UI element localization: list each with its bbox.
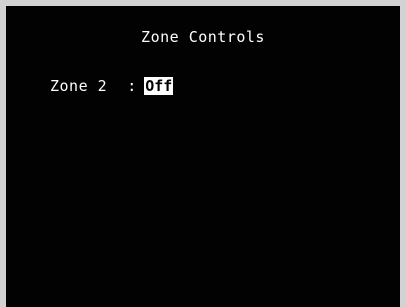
- label-separator: :: [127, 77, 137, 95]
- zone-value-selector[interactable]: Off: [144, 77, 174, 95]
- screen-title: Zone Controls: [141, 28, 265, 46]
- zone-label: Zone 2: [50, 77, 108, 95]
- menu-screen: Zone Controls Zone 2 : Off: [6, 6, 400, 307]
- zone-setting-row[interactable]: Zone 2 : Off: [50, 76, 174, 96]
